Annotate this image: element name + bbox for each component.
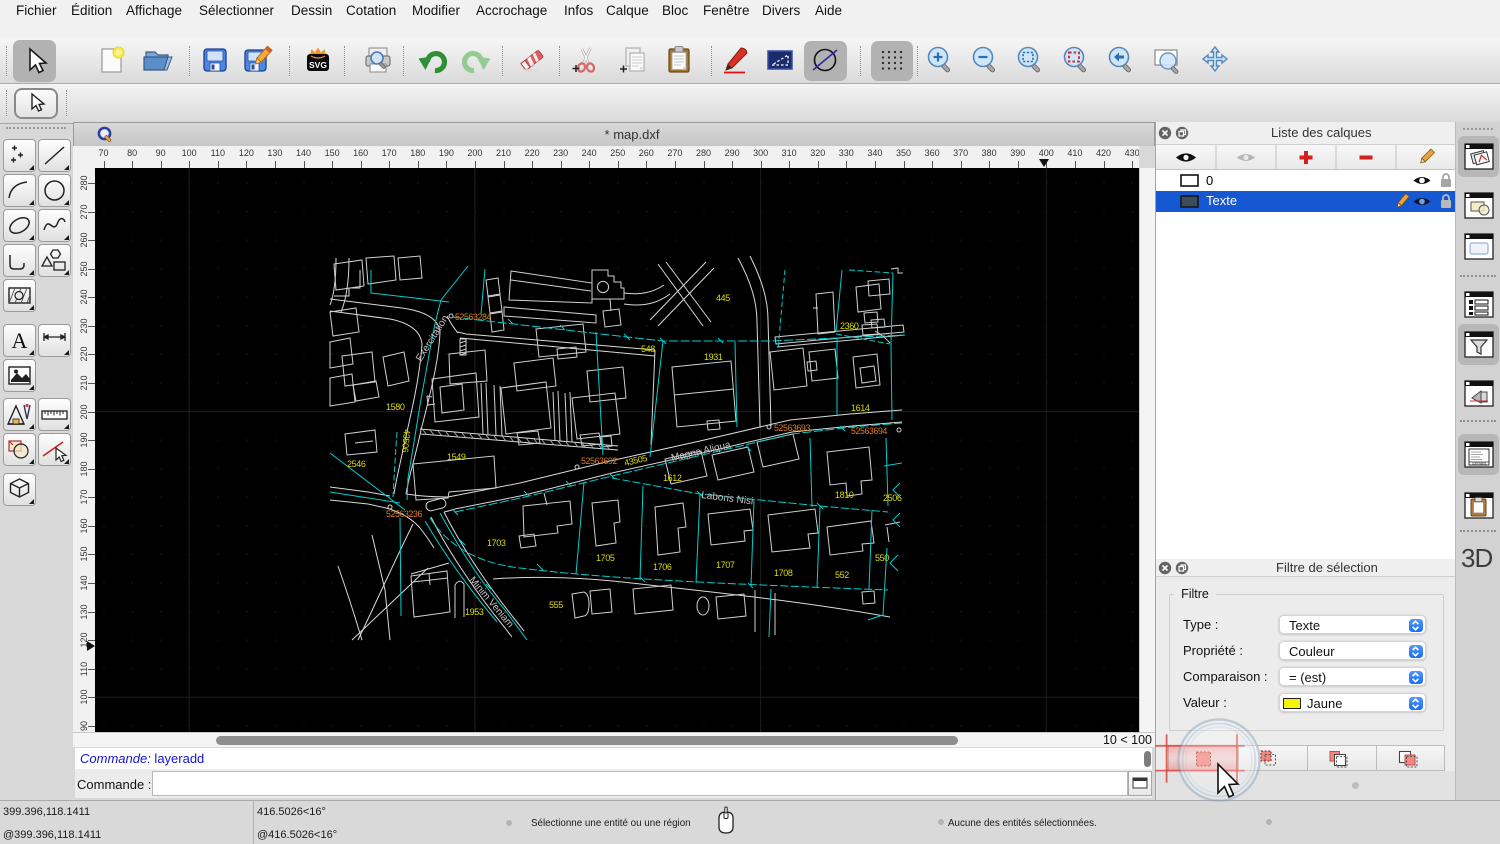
svg-text:2506: 2506 (883, 493, 902, 503)
svg-text:552: 552 (835, 570, 849, 580)
svg-text:1931: 1931 (704, 352, 723, 362)
svg-text:1708: 1708 (774, 568, 793, 578)
svg-text:52563692: 52563692 (581, 456, 617, 466)
svg-text:445: 445 (716, 293, 730, 303)
svg-text:555: 555 (549, 600, 563, 610)
svg-text:52563694: 52563694 (851, 426, 887, 436)
svg-text:A: A (12, 328, 28, 353)
svg-text:1810: 1810 (835, 490, 854, 500)
svg-text:2360: 2360 (840, 321, 859, 331)
svg-text:52563284: 52563284 (455, 312, 491, 322)
svg-text:1706: 1706 (653, 562, 672, 572)
svg-text:43506: 43506 (400, 429, 412, 453)
svg-text:1707: 1707 (716, 560, 735, 570)
svg-text:1705: 1705 (596, 553, 615, 563)
svg-text:1612: 1612 (663, 473, 682, 483)
svg-text:548: 548 (641, 344, 655, 354)
svg-text:52563693: 52563693 (774, 423, 810, 433)
svg-text:1549: 1549 (447, 452, 466, 462)
svg-text:SVG: SVG (309, 60, 327, 70)
svg-text:550: 550 (875, 553, 889, 563)
svg-text:1580: 1580 (386, 402, 405, 412)
svg-text:1614: 1614 (851, 403, 870, 413)
svg-text:1703: 1703 (487, 538, 506, 548)
svg-text:command: command (1472, 462, 1486, 466)
svg-text:1953: 1953 (465, 607, 484, 617)
svg-text:2546: 2546 (347, 459, 366, 469)
svg-text:52563236: 52563236 (386, 509, 422, 519)
